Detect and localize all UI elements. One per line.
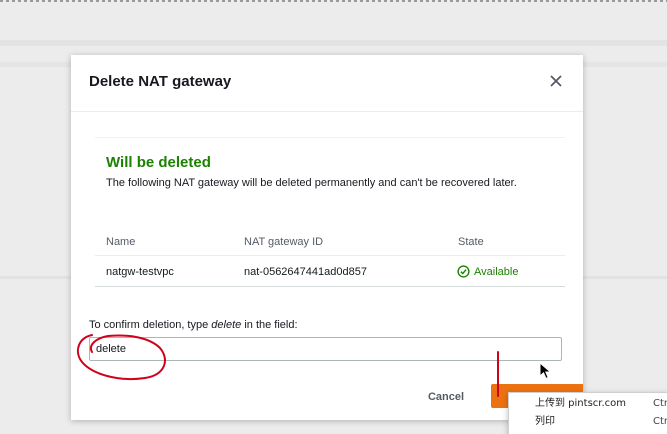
column-header-id: NAT gateway ID: [244, 236, 324, 248]
modal-header: Delete NAT gateway: [71, 55, 583, 112]
delete-nat-gateway-modal: Delete NAT gateway Will be deleted The f…: [71, 55, 583, 420]
confirm-label-prefix: To confirm deletion, type: [89, 319, 212, 331]
confirm-keyword: delete: [211, 319, 242, 331]
confirm-label: To confirm deletion, type delete in the …: [89, 319, 298, 331]
table-header: Name NAT gateway ID State: [95, 233, 565, 256]
cancel-button[interactable]: Cancel: [419, 385, 473, 409]
status-text: Available: [474, 265, 519, 278]
column-header-state: State: [458, 236, 484, 248]
background-band: [0, 40, 667, 46]
context-menu-item-print[interactable]: 列印: [535, 415, 555, 429]
deletion-warning: Will be deleted The following NAT gatewa…: [95, 137, 565, 308]
check-circle-icon: [457, 265, 470, 278]
nat-gateway-name: natgw-testvpc: [106, 266, 174, 278]
context-menu-item-upload[interactable]: 上传到 pintscr.com: [535, 397, 626, 411]
context-menu: 上传到 pintscr.com Ctr 列印 Ctr: [508, 392, 667, 434]
close-icon: [550, 75, 562, 87]
top-border: [0, 0, 667, 2]
status-badge: Available: [457, 265, 518, 278]
context-menu-shortcut: Ctr: [653, 416, 667, 427]
close-button[interactable]: [547, 72, 565, 90]
column-header-name: Name: [106, 236, 136, 248]
table-row: natgw-testvpc nat-0562647441ad0d857 Avai…: [95, 258, 565, 287]
context-menu-shortcut: Ctr: [653, 398, 667, 409]
mouse-cursor-icon: [539, 362, 552, 380]
nat-gateway-id: nat-0562647441ad0d857: [244, 266, 367, 278]
confirm-label-suffix: in the field:: [241, 319, 298, 331]
modal-title: Delete NAT gateway: [89, 73, 232, 90]
warning-message: The following NAT gateway will be delete…: [106, 177, 517, 189]
screen: Delete NAT gateway Will be deleted The f…: [0, 0, 667, 434]
confirm-delete-input[interactable]: [89, 337, 562, 361]
warning-title: Will be deleted: [106, 154, 211, 171]
